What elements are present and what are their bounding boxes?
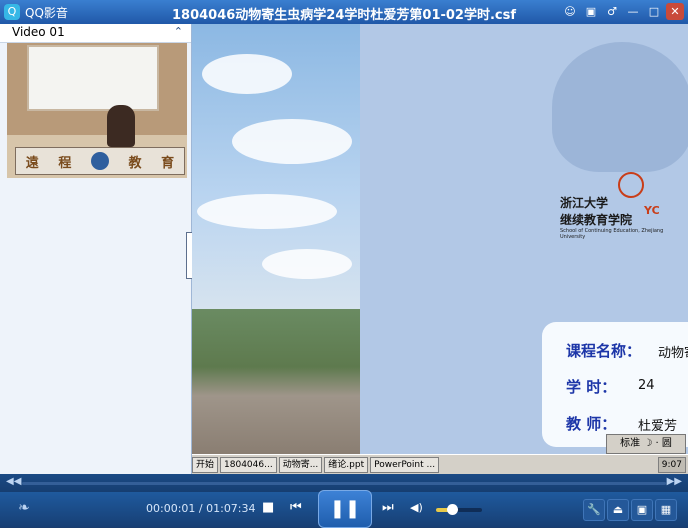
player-stage: Video 01 ⌃ 遠 程 教 育 YC 浙江大学 继续教育学院 School…: [0, 24, 688, 474]
side-panel: Video 01 ⌃ 遠 程 教 育: [0, 24, 192, 474]
brand-university: 浙江大学: [560, 196, 609, 210]
distance-education-plaque: 遠 程 教 育: [15, 147, 185, 175]
recorded-taskbar: 开始 1804046... 动物寄... 绪论.ppt PowerPoint .…: [192, 454, 688, 474]
taskbar-item: 动物寄...: [278, 457, 323, 473]
pause-button[interactable]: ❚❚: [318, 490, 372, 528]
plaque-char: 程: [58, 155, 72, 171]
taskbar-item: 1804046...: [220, 457, 277, 473]
teacher-label: 教 师：: [566, 415, 617, 433]
university-seal-icon: [90, 152, 109, 170]
chat-icon[interactable]: ☺: [561, 3, 579, 20]
seek-track[interactable]: [22, 482, 666, 485]
time-display: 00:00:01 / 01:07:34: [146, 502, 256, 515]
time-separator: /: [195, 502, 207, 515]
title-bar: Q QQ影音 1804046动物寄生虫病学24学时杜爱芳第01-02学时.csf…: [0, 0, 688, 24]
collapse-icon[interactable]: ⌃: [174, 25, 183, 38]
shirt-icon[interactable]: ♂: [603, 3, 621, 20]
volume-slider[interactable]: [436, 504, 482, 515]
course-label: 课程名称：: [566, 342, 642, 360]
eject-icon[interactable]: ⏏: [607, 499, 629, 521]
stop-button[interactable]: ■: [262, 500, 274, 515]
teacher-value: 杜爱芳: [638, 419, 678, 434]
current-time: 00:00:01: [146, 502, 196, 515]
plaque-char: 遠: [25, 155, 39, 171]
volume-icon[interactable]: ◀): [410, 501, 423, 514]
brand-english: School of Continuing Education, Zhejiang…: [560, 228, 664, 240]
side-panel-header: Video 01 ⌃: [0, 24, 191, 43]
plaque-char: 教: [128, 155, 142, 171]
hours-value: 24: [638, 378, 655, 393]
hours-label: 学 时：: [566, 378, 617, 396]
university-watermark: [552, 42, 688, 172]
ime-indicator: 标准 ☽ · 圆: [606, 434, 686, 454]
brand-college: 继续教育学院: [560, 213, 633, 227]
taskbar-item: 绪论.ppt: [324, 457, 369, 473]
taskbar-clock: 9:07: [657, 457, 686, 473]
whiteboard: [27, 45, 159, 111]
video-frame[interactable]: YC 浙江大学 继续教育学院 School of Continuing Educ…: [192, 24, 688, 474]
college-brand: 浙江大学 继续教育学院 School of Continuing Educati…: [560, 194, 688, 240]
close-icon[interactable]: ✕: [666, 3, 684, 20]
sky-photo: [192, 24, 360, 309]
maximize-icon[interactable]: □: [645, 3, 663, 20]
total-time: 01:07:34: [206, 502, 256, 515]
playlist-icon[interactable]: ▦: [655, 499, 677, 521]
next-button[interactable]: ⏭: [382, 500, 394, 515]
previous-button[interactable]: ⏮: [290, 500, 302, 515]
course-value: 动物寄生虫病学: [658, 346, 688, 361]
start-button: 开始: [192, 457, 219, 473]
mini-mode-icon[interactable]: ▣: [582, 3, 600, 20]
rewind-icon[interactable]: ◀◀: [6, 476, 21, 487]
lecturer: [107, 105, 135, 147]
course-slide: YC 浙江大学 继续教育学院 School of Continuing Educ…: [360, 24, 688, 454]
taskbar-item: PowerPoint ...: [370, 457, 440, 473]
campus-photo: [192, 309, 360, 454]
screen-mode-icon[interactable]: ▣: [631, 499, 653, 521]
fast-forward-icon[interactable]: ▶▶: [667, 476, 682, 487]
settings-wrench-icon[interactable]: 🔧: [583, 499, 605, 521]
minimize-icon[interactable]: —: [624, 3, 642, 20]
plaque-char: 育: [161, 155, 175, 171]
control-bar: ❧ 00:00:01 / 01:07:34 ■ ⏮ ❚❚ ⏭ ◀) 🔧 ⏏ ▣ …: [0, 490, 688, 528]
footprint-icon[interactable]: ❧: [18, 500, 30, 516]
volume-knob[interactable]: [447, 504, 459, 515]
lecturer-camera-view: 遠 程 教 育: [7, 43, 187, 178]
side-panel-title: Video 01: [12, 25, 65, 39]
course-info-box: 课程名称： 动物寄生虫病学 学 时： 24 第 01-02 学时 教 师： 杜爱…: [542, 322, 688, 447]
